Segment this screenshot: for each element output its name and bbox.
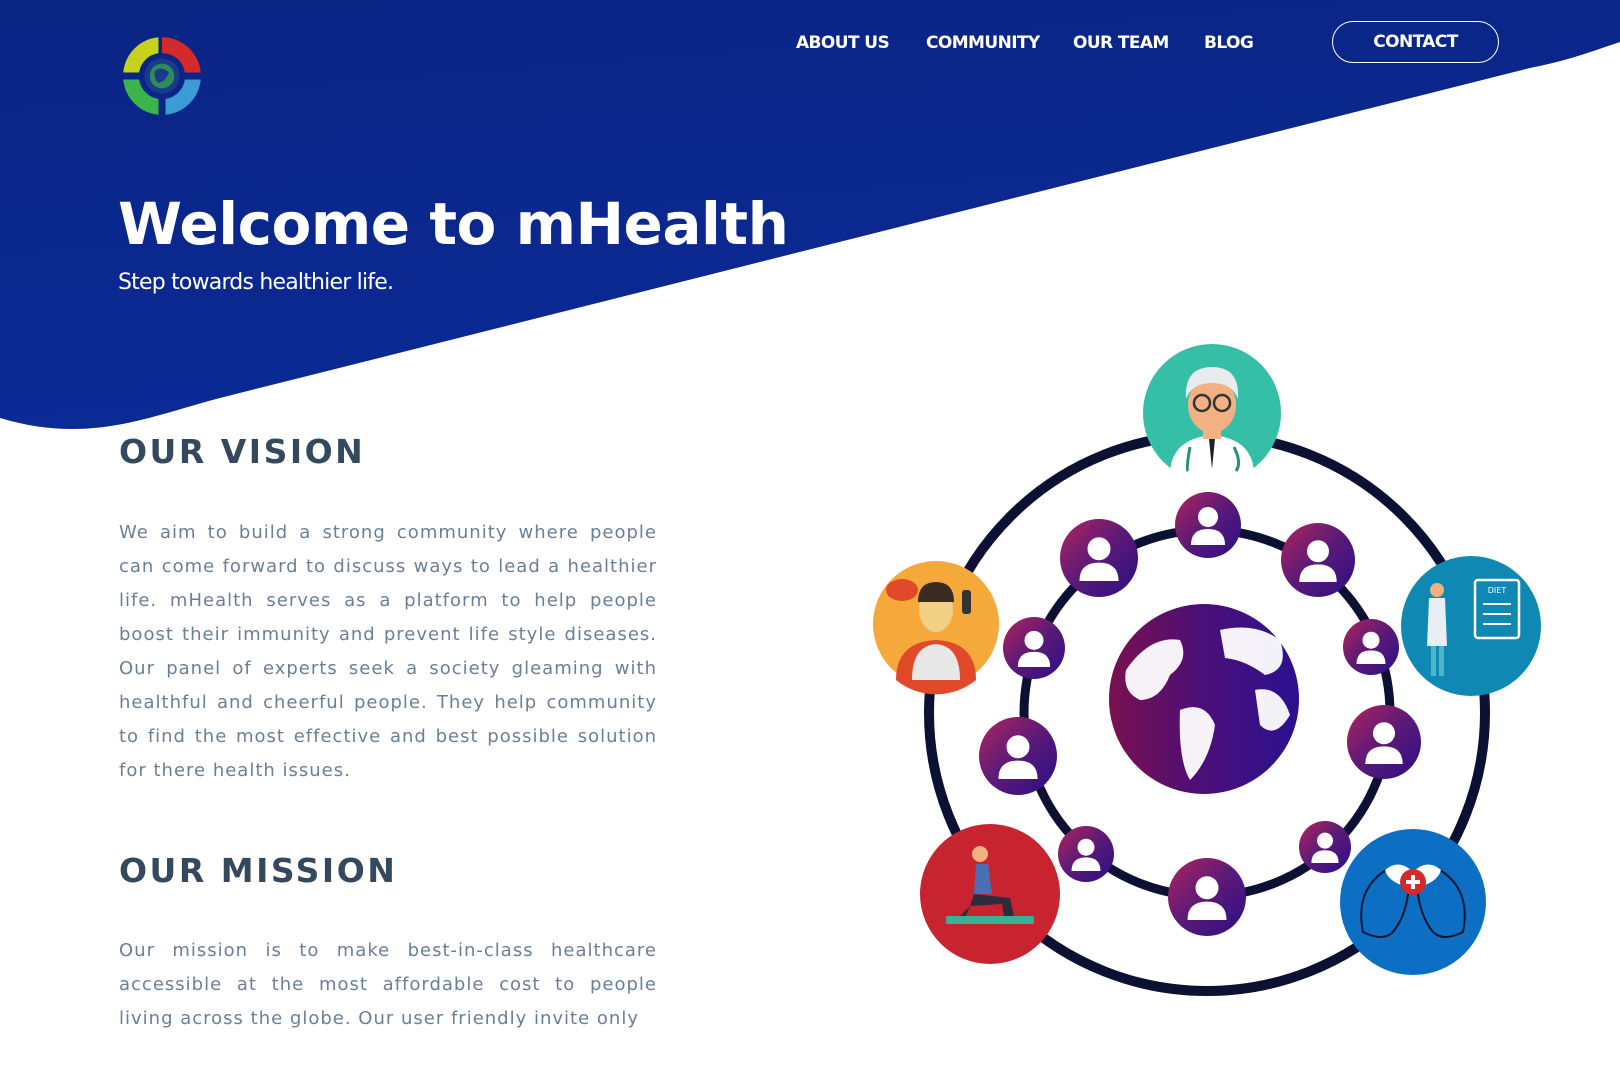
doctor-icon xyxy=(1143,344,1281,490)
hero-title: Welcome to mHealth xyxy=(118,190,789,258)
nav-community[interactable]: COMMUNITY xyxy=(926,33,1040,53)
nav-blog[interactable]: BLOG xyxy=(1204,33,1254,53)
diet-label: DIET xyxy=(1488,586,1507,595)
mission-heading: OUR MISSION xyxy=(119,851,398,890)
vision-heading: OUR VISION xyxy=(119,432,366,471)
nav-our-team[interactable]: OUR TEAM xyxy=(1073,33,1169,53)
nav-about-us[interactable]: ABOUT US xyxy=(796,33,890,53)
dietitian-icon: DIET xyxy=(1401,556,1541,696)
coach-icon xyxy=(873,561,999,695)
community-network-illustration: DIET xyxy=(873,344,1541,996)
hero-subtitle: Step towards healthier life. xyxy=(118,270,394,295)
yoga-icon xyxy=(920,824,1060,964)
top-navigation: ABOUT US COMMUNITY OUR TEAM BLOG CONTACT xyxy=(0,0,1620,100)
mental-health-icon xyxy=(1340,829,1486,975)
vision-text: We aim to build a strong community where… xyxy=(119,522,657,781)
page: ABOUT US COMMUNITY OUR TEAM BLOG CONTACT… xyxy=(0,0,1620,1068)
mission-text: Our mission is to make best-in-class hea… xyxy=(119,940,657,1029)
globe-icon xyxy=(1109,604,1299,794)
contact-button[interactable]: CONTACT xyxy=(1332,21,1499,63)
